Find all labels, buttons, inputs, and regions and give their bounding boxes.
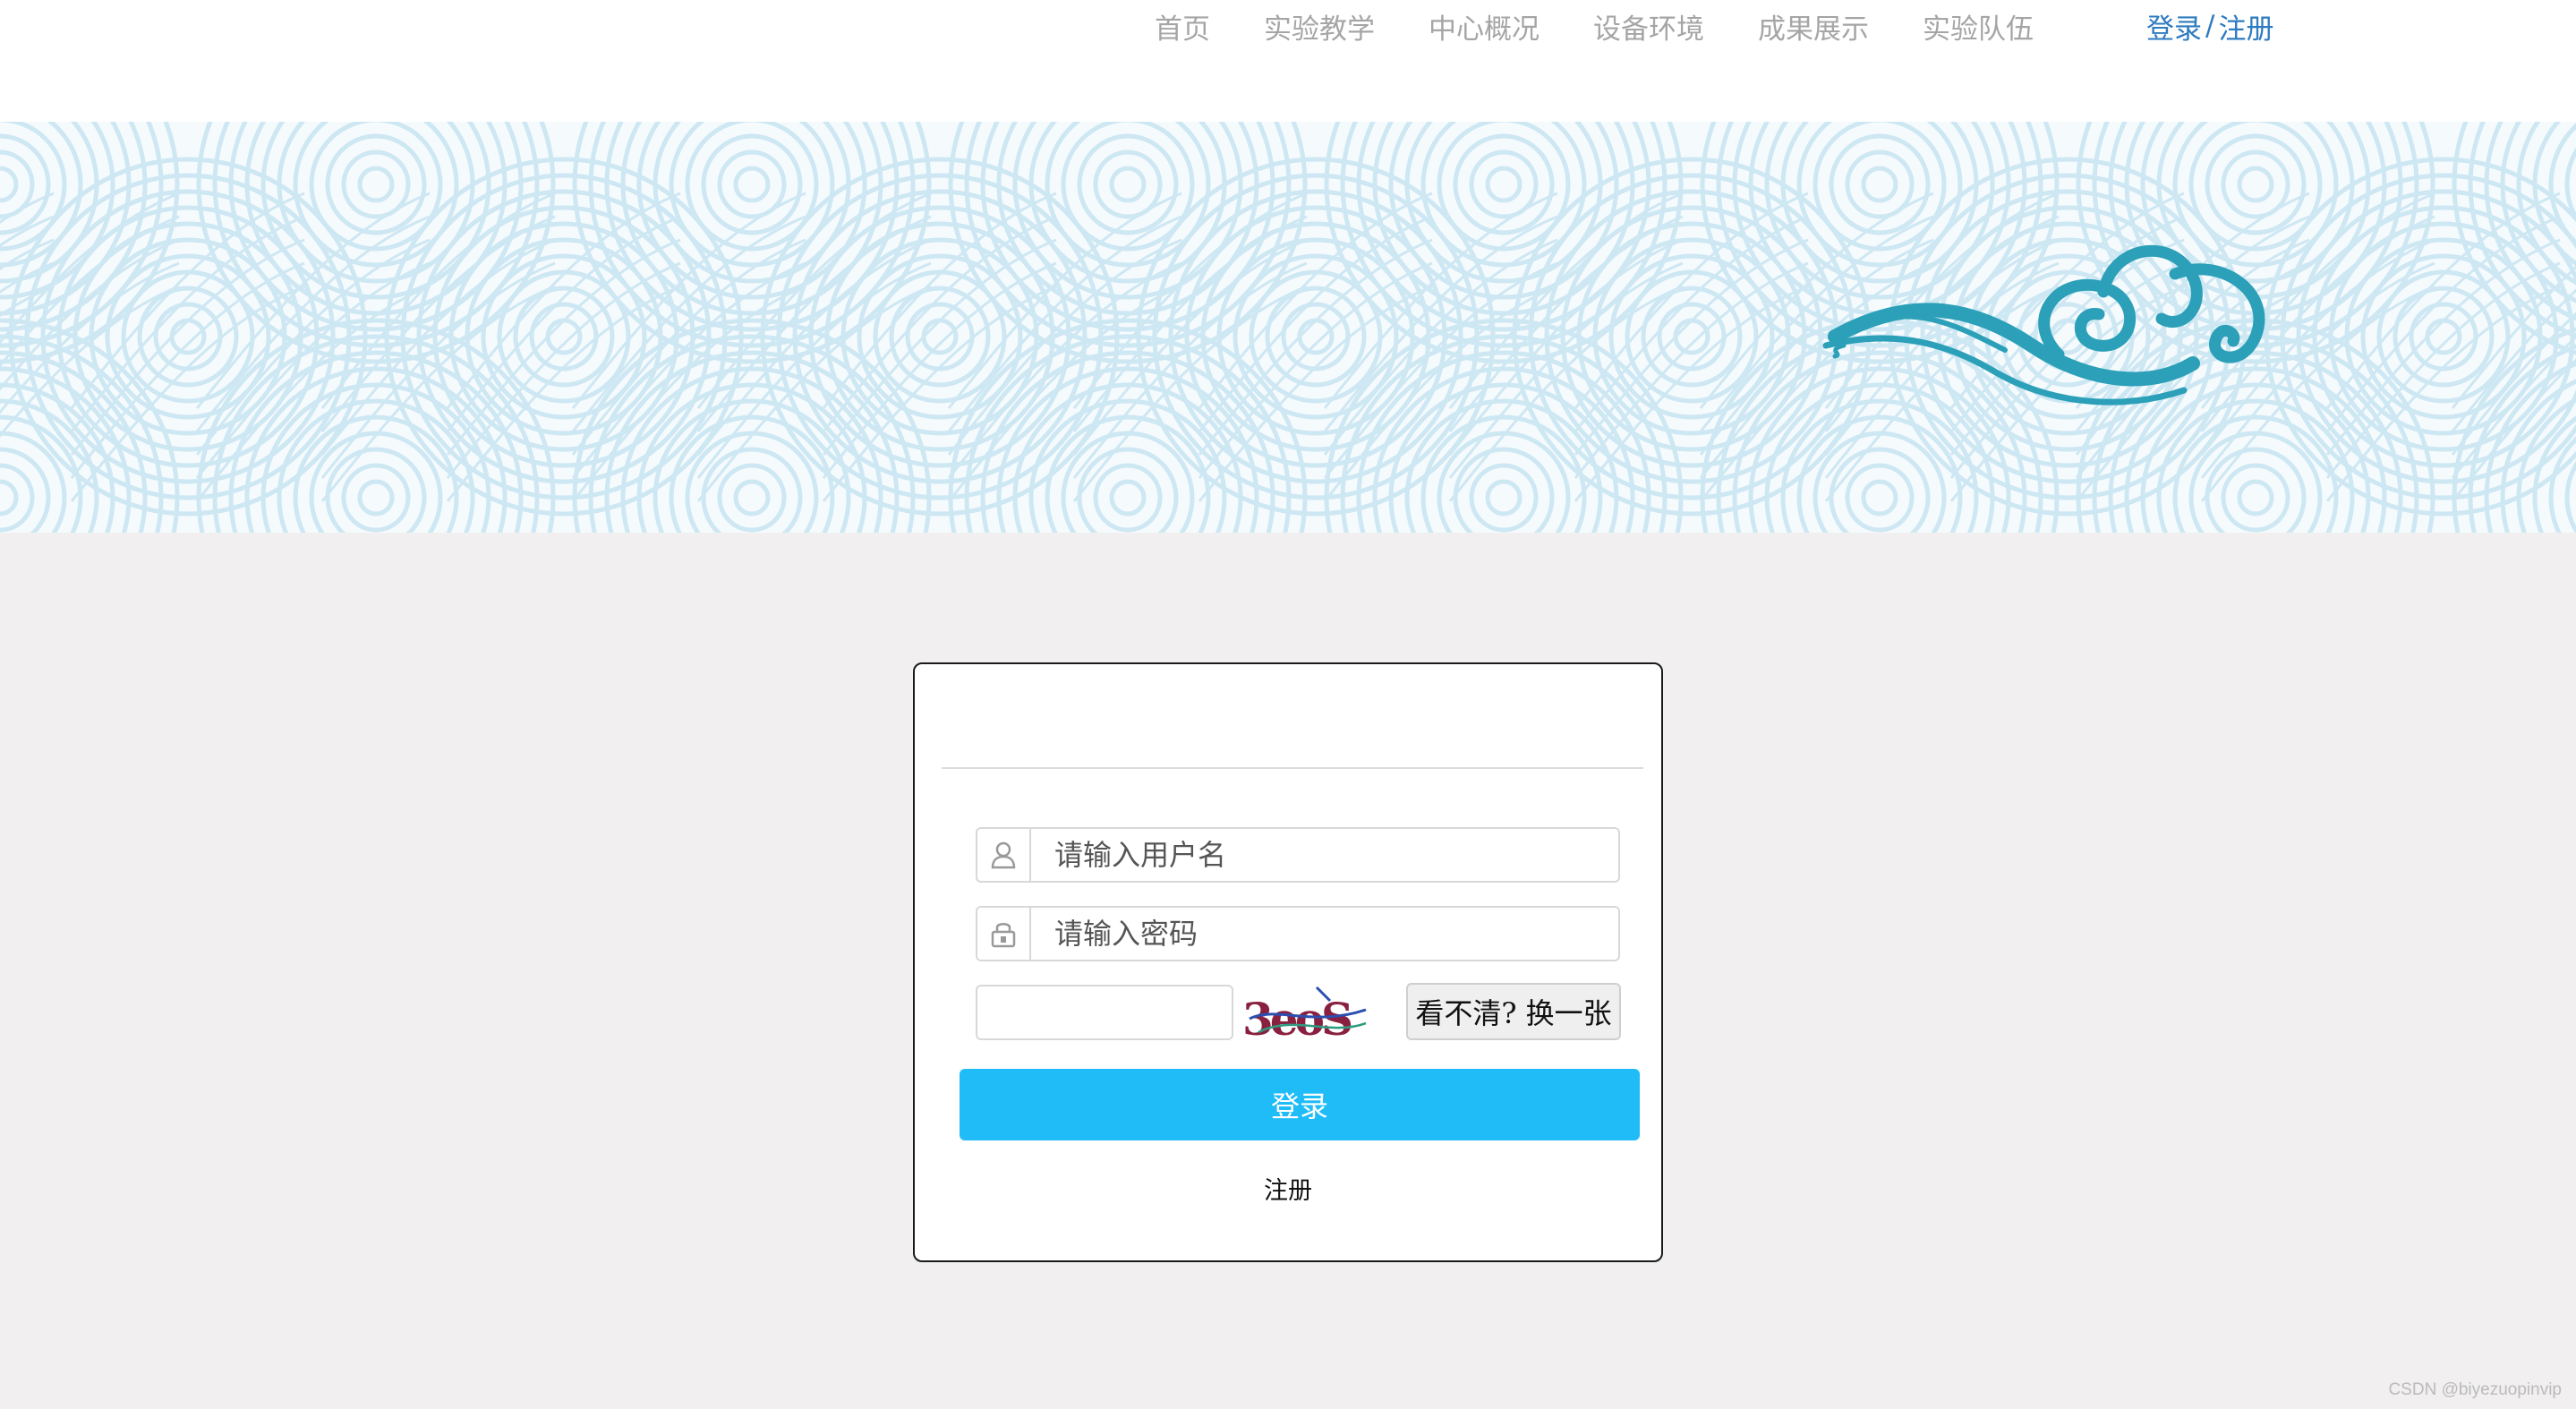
username-input[interactable] (1031, 828, 1618, 882)
captcha-text: 3eoS (1242, 993, 1352, 1046)
username-field (976, 827, 1620, 883)
captcha-image[interactable]: 3eoS (1241, 983, 1375, 1046)
nav-item-center-overview[interactable]: 中心概况 (1429, 6, 1540, 47)
main-nav: 首页 实验教学 中心概况 设备环境 成果展示 实验队伍 (1155, 4, 2087, 47)
password-field (976, 906, 1620, 961)
nav-item-equipment-environment[interactable]: 设备环境 (1593, 6, 1704, 47)
wave-pattern (0, 122, 2576, 533)
watermark: CSDN @biyezuopinvip (2388, 1380, 2562, 1399)
register-link[interactable]: 注册 (915, 1171, 1661, 1206)
nav-item-achievements[interactable]: 成果展示 (1758, 6, 1869, 47)
auth-separator: / (2205, 10, 2215, 42)
lock-icon (977, 908, 1031, 960)
auth-links: 登录 / 注册 (2146, 4, 2273, 47)
nav-item-home[interactable]: 首页 (1155, 6, 1210, 47)
header-login-link[interactable]: 登录 (2146, 6, 2202, 47)
login-card: 3eoS 看不清? 换一张 登录 注册 (913, 662, 1663, 1262)
user-icon (977, 829, 1031, 881)
header-register-link[interactable]: 注册 (2218, 6, 2273, 47)
captcha-input[interactable] (976, 985, 1233, 1040)
wave-banner (0, 122, 2576, 533)
top-navigation-bar: 首页 实验教学 中心概况 设备环境 成果展示 实验队伍 登录 / 注册 (0, 0, 2576, 122)
refresh-captcha-button[interactable]: 看不清? 换一张 (1406, 983, 1621, 1040)
nav-item-experiment-team[interactable]: 实验队伍 (1923, 6, 2034, 47)
card-header-divider (942, 767, 1643, 769)
nav-item-experiment-teaching[interactable]: 实验教学 (1264, 6, 1375, 47)
password-input[interactable] (1031, 907, 1618, 961)
login-submit-button[interactable]: 登录 (960, 1069, 1640, 1140)
